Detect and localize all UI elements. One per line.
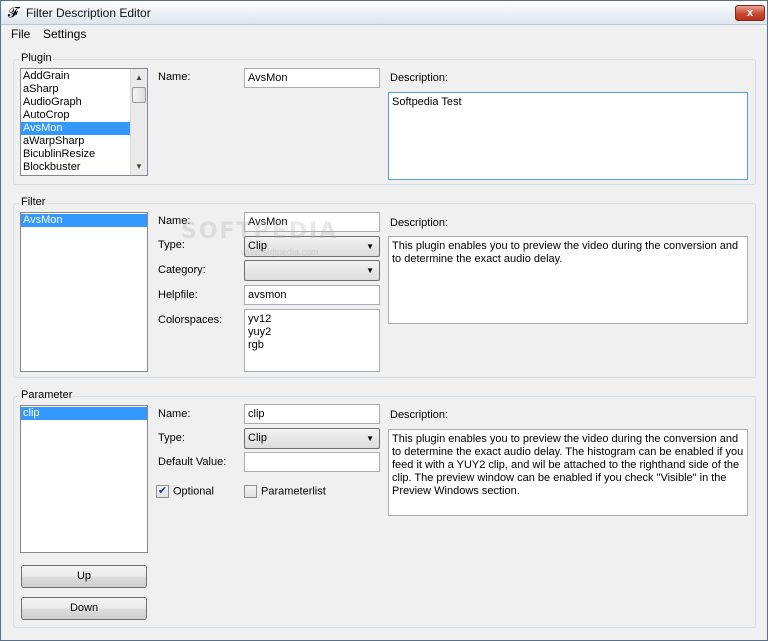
menu-bar: File Settings bbox=[1, 25, 767, 43]
optional-checkbox[interactable]: ✔ bbox=[156, 485, 169, 498]
filter-helpfile-input[interactable]: avsmon bbox=[244, 285, 380, 305]
plugin-list-scrollbar[interactable]: ▲ ▼ bbox=[130, 69, 147, 175]
optional-label: Optional bbox=[173, 485, 214, 498]
filter-group-label: Filter bbox=[20, 196, 47, 208]
plugin-list-item[interactable]: aSharp bbox=[21, 83, 131, 96]
plugin-name-input[interactable]: AvsMon bbox=[244, 68, 380, 88]
plugin-name-label: Name: bbox=[158, 71, 191, 83]
app-icon: 𝓕 bbox=[7, 5, 19, 21]
plugin-list-item[interactable]: AutoCrop bbox=[21, 109, 131, 122]
parameter-type-value: Clip bbox=[248, 432, 267, 444]
plugin-description-label: Description: bbox=[390, 72, 449, 84]
plugin-list-item[interactable]: AddGrain bbox=[21, 70, 131, 83]
plugin-description-input[interactable]: Softpedia Test bbox=[388, 92, 748, 180]
parameterlist-checkbox[interactable] bbox=[244, 485, 257, 498]
filter-description-label: Description: bbox=[390, 217, 449, 229]
menu-settings[interactable]: Settings bbox=[43, 27, 86, 41]
scroll-down-icon[interactable]: ▼ bbox=[131, 158, 147, 175]
parameter-type-label: Type: bbox=[158, 432, 185, 444]
filter-list[interactable]: AvsMon bbox=[20, 212, 148, 372]
parameter-list[interactable]: clip bbox=[20, 405, 148, 553]
parameter-type-select[interactable]: Clip ▼ bbox=[244, 428, 380, 449]
parameter-group-label: Parameter bbox=[20, 389, 74, 401]
up-button[interactable]: Up bbox=[21, 565, 147, 588]
filter-colorspaces-label: Colorspaces: bbox=[158, 314, 223, 326]
parameterlist-label: Parameterlist bbox=[261, 485, 326, 498]
main-window: 𝓕 Filter Description Editor x File Setti… bbox=[0, 0, 768, 641]
filter-description-input[interactable]: This plugin enables you to preview the v… bbox=[388, 236, 748, 324]
filter-colorspaces-list[interactable]: yv12 yuy2 rgb bbox=[244, 309, 380, 372]
plugin-group-label: Plugin bbox=[20, 52, 53, 64]
down-button[interactable]: Down bbox=[21, 597, 147, 620]
plugin-list-item[interactable]: AvsMon bbox=[21, 122, 131, 135]
optional-checkbox-row[interactable]: ✔ Optional bbox=[156, 485, 214, 498]
filter-helpfile-label: Helpfile: bbox=[158, 289, 198, 301]
filter-list-item[interactable]: AvsMon bbox=[21, 214, 147, 227]
parameter-default-label: Default Value: bbox=[158, 456, 227, 468]
chevron-down-icon: ▼ bbox=[366, 266, 374, 275]
plugin-list-item[interactable]: BicublinResize bbox=[21, 148, 131, 161]
parameter-name-input[interactable]: clip bbox=[244, 404, 380, 424]
window-title: Filter Description Editor bbox=[26, 6, 151, 20]
menu-file[interactable]: File bbox=[11, 27, 30, 41]
scroll-up-icon[interactable]: ▲ bbox=[131, 69, 147, 86]
chevron-down-icon: ▼ bbox=[366, 434, 374, 443]
parameterlist-checkbox-row[interactable]: Parameterlist bbox=[244, 485, 326, 498]
plugin-list-item[interactable]: aWarpSharp bbox=[21, 135, 131, 148]
filter-category-select[interactable]: ▼ bbox=[244, 260, 380, 281]
parameter-description-input[interactable]: This plugin enables you to preview the v… bbox=[388, 429, 748, 516]
parameter-default-input[interactable] bbox=[244, 452, 380, 472]
close-button[interactable]: x bbox=[735, 5, 765, 21]
colorspace-item: rgb bbox=[248, 339, 264, 351]
parameter-list-item[interactable]: clip bbox=[21, 407, 147, 420]
plugin-list[interactable]: AddGrain aSharp AudioGraph AutoCrop AvsMon aW… bbox=[20, 68, 148, 176]
colorspace-item: yv12 bbox=[248, 313, 272, 325]
colorspace-item: yuy2 bbox=[248, 326, 272, 338]
parameter-description-label: Description: bbox=[390, 409, 449, 421]
title-bar: 𝓕 Filter Description Editor x bbox=[1, 1, 767, 25]
chevron-down-icon: ▼ bbox=[366, 242, 374, 251]
plugin-list-item[interactable]: AudioGraph bbox=[21, 96, 131, 109]
parameter-name-label: Name: bbox=[158, 408, 191, 420]
scroll-thumb[interactable] bbox=[132, 87, 146, 103]
watermark-url: www.softpedia.com bbox=[241, 247, 319, 257]
watermark-logo: SOFTPEDIA bbox=[181, 219, 339, 244]
filter-category-label: Category: bbox=[158, 264, 206, 276]
plugin-list-item[interactable]: Blockbuster bbox=[21, 161, 131, 174]
